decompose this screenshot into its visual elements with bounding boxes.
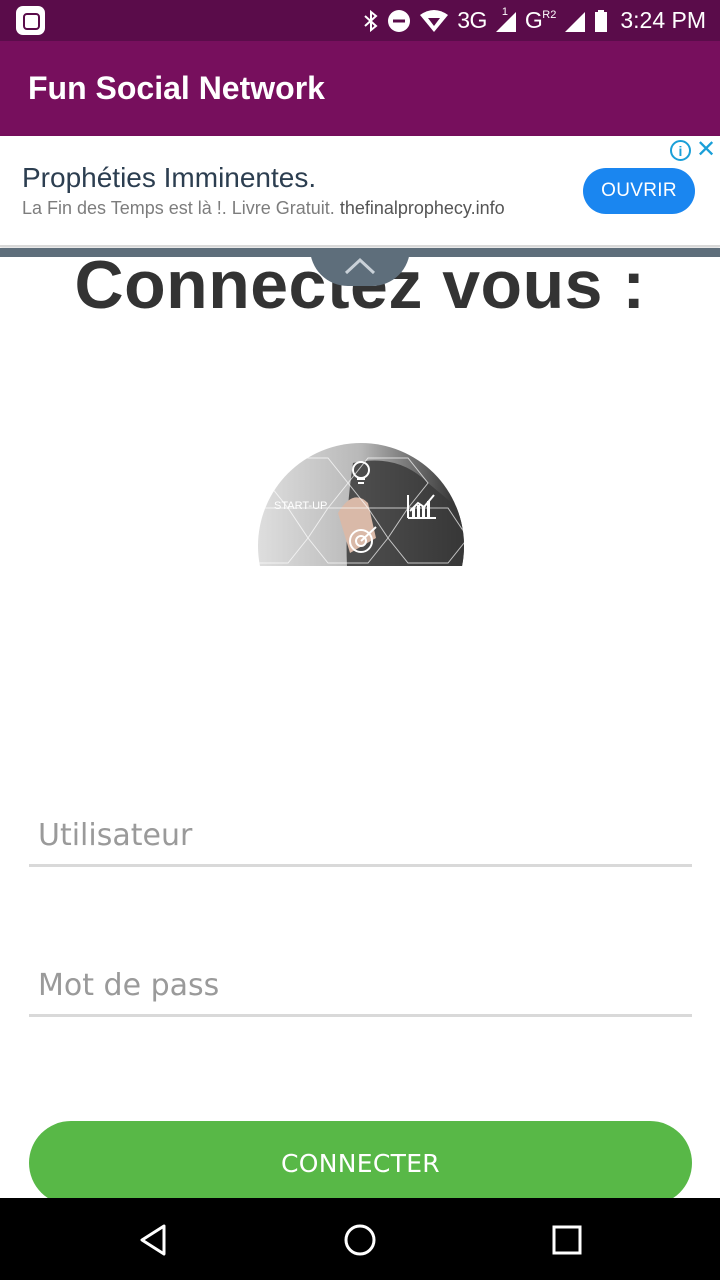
chevron-up-icon [344,257,376,275]
startup-illustration: START-UP [258,443,464,566]
ad-subtitle: La Fin des Temps est là !. Livre Gratuit… [22,198,505,219]
ad-description: La Fin des Temps est là !. Livre Gratuit… [22,198,335,218]
clock: 3:24 PM [620,7,706,33]
illustration-label: START-UP [274,500,327,512]
wifi-icon [419,9,449,33]
ad-banner[interactable]: i ✕ Prophéties Imminentes. La Fin des Te… [0,136,720,247]
ad-close-icon[interactable]: ✕ [696,138,716,162]
ad-title[interactable]: Prophéties Imminentes. [22,162,316,194]
app-notification-icon [16,6,45,35]
signal-icon-2 [564,9,586,33]
status-bar: 3G 1 G R2 3:24 PM [0,0,720,41]
ad-domain: thefinalprophecy.info [339,198,505,218]
app-bar: Fun Social Network [0,41,720,136]
ad-open-button[interactable]: OUVRIR [583,168,695,214]
do-not-disturb-icon [387,9,411,33]
username-input[interactable] [29,807,692,863]
sim2-index: 2 [550,8,557,21]
sim2-marker: R2 [542,9,556,21]
connect-button[interactable]: CONNECTER [29,1121,692,1205]
signal-icon: 1 [495,5,517,33]
username-field-container [29,807,692,867]
bluetooth-icon [363,9,379,33]
password-input[interactable] [29,957,692,1013]
navigation-bar [0,1198,720,1280]
app-title: Fun Social Network [28,70,325,106]
ad-info-icon[interactable]: i [670,140,691,161]
network-g-label: G [524,7,543,33]
home-icon[interactable] [340,1220,380,1260]
network-3g-label: 3G [457,7,487,33]
password-field-container [29,957,692,1017]
status-icons: 3G 1 G R2 3:24 PM [363,0,706,41]
sim1-marker: 1 [501,5,508,18]
recent-apps-icon[interactable] [547,1220,587,1260]
battery-icon [594,9,608,33]
back-icon[interactable] [134,1220,174,1260]
